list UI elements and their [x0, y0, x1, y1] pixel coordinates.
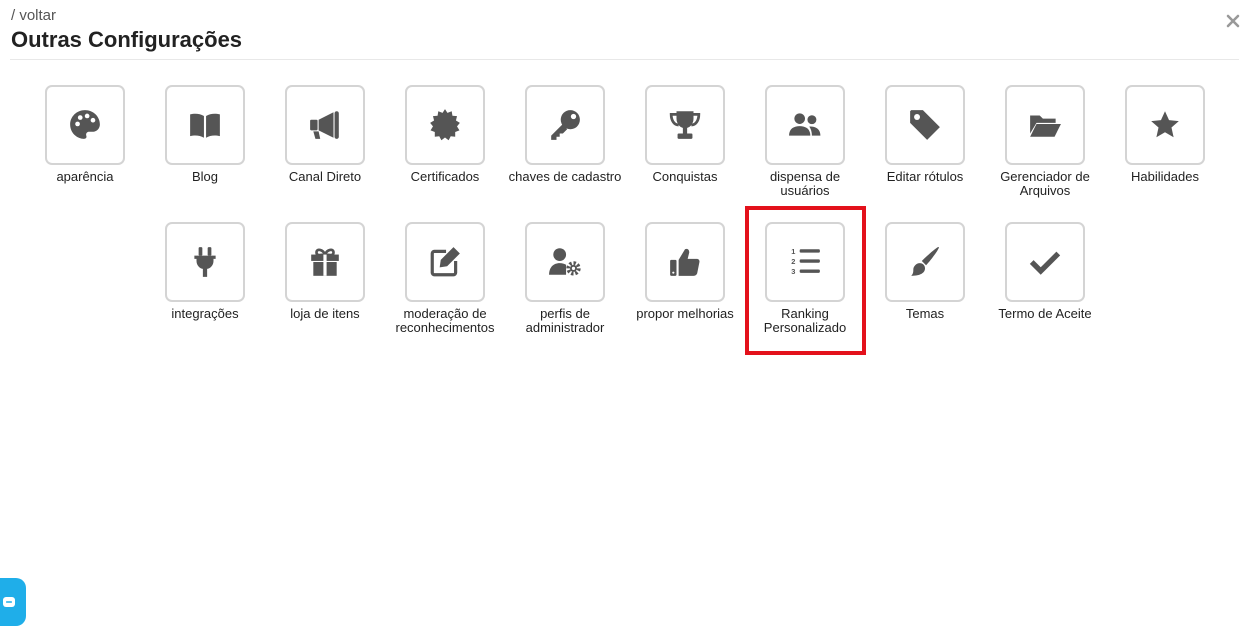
tile-certificados[interactable]: Certificados	[385, 85, 505, 184]
tile-icon-box	[1005, 85, 1085, 165]
tile-loja-de-itens[interactable]: loja de itens	[265, 222, 385, 321]
tile-icon-box	[165, 222, 245, 302]
tile-label: moderação de reconhecimentos	[395, 306, 495, 335]
tile-conquistas[interactable]: Conquistas	[625, 85, 745, 184]
tile-propor-melhorias[interactable]: propor melhorias	[625, 222, 745, 321]
tile-label: Canal Direto	[288, 169, 362, 184]
tile-label: Temas	[905, 306, 945, 321]
tile-aparencia[interactable]: aparência	[25, 85, 145, 184]
tag-icon	[910, 110, 940, 140]
tile-integracoes[interactable]: integrações	[145, 222, 265, 321]
back-link[interactable]: / voltar	[11, 7, 56, 24]
tile-icon-box	[525, 85, 605, 165]
tile-editar-rotulos[interactable]: Editar rótulos	[865, 85, 985, 184]
header-divider	[10, 59, 1239, 60]
tile-icon-box	[165, 85, 245, 165]
tile-label: chaves de cadastro	[508, 169, 622, 184]
tile-icon-box	[765, 85, 845, 165]
tile-label: dispensa de usuários	[769, 169, 841, 198]
tile-icon-box	[645, 222, 725, 302]
close-icon	[1226, 14, 1240, 28]
certificate-icon	[430, 109, 460, 141]
tile-label: perfis de administrador	[525, 306, 605, 335]
tile-moderacao-de-reconhecimentos[interactable]: moderação de reconhecimentos	[385, 222, 505, 335]
tile-icon-box	[645, 85, 725, 165]
tile-blog[interactable]: Blog	[145, 85, 265, 184]
palette-icon	[70, 110, 100, 139]
tile-icon-box	[1125, 85, 1205, 165]
tile-icon-box	[405, 85, 485, 165]
tile-icon-box	[405, 222, 485, 302]
check-icon	[1029, 251, 1061, 275]
tile-icon-box	[885, 85, 965, 165]
tile-temas[interactable]: Temas	[865, 222, 985, 321]
plug-icon	[194, 247, 216, 277]
highlight-box	[745, 206, 866, 355]
folder-open-icon	[1030, 115, 1061, 137]
tile-habilidades[interactable]: Habilidades	[1105, 85, 1225, 184]
tile-label: Blog	[191, 169, 219, 184]
book-icon	[190, 113, 220, 138]
trophy-icon	[669, 111, 701, 139]
tile-label: Editar rótulos	[886, 169, 964, 184]
tile-icon-box	[285, 85, 365, 165]
tile-label: Habilidades	[1131, 169, 1199, 184]
users-icon	[789, 113, 821, 136]
paint-brush-icon	[911, 247, 939, 276]
key-icon	[551, 110, 580, 140]
tile-canal-direto[interactable]: Canal Direto	[265, 85, 385, 184]
tile-icon-box	[285, 222, 365, 302]
tile-termo-de-aceite[interactable]: Termo de Aceite	[985, 222, 1105, 321]
chat-widget-button[interactable]	[0, 578, 26, 626]
chat-icon	[3, 597, 15, 607]
tile-icon-box	[885, 222, 965, 302]
megaphone-icon	[310, 111, 339, 139]
tile-icon-box	[45, 85, 125, 165]
tile-chaves-de-cadastro[interactable]: chaves de cadastro	[505, 85, 625, 184]
star-icon	[1151, 111, 1179, 138]
tile-icon-box	[525, 222, 605, 302]
tile-dispensa-de-usuarios[interactable]: dispensa de usuários	[745, 85, 865, 198]
tile-label: aparência	[56, 169, 114, 184]
tile-icon-box	[1005, 222, 1085, 302]
tile-label: Conquistas	[652, 169, 718, 184]
tile-label: integrações	[171, 306, 239, 321]
gift-icon	[311, 248, 339, 276]
tile-label: Gerenciador de Arquivos	[1000, 169, 1090, 198]
tile-perfis-de-administrador[interactable]: perfis de administrador	[505, 222, 625, 335]
tile-gerenciador-de-arquivos[interactable]: Gerenciador de Arquivos	[985, 85, 1105, 198]
tile-label: Termo de Aceite	[998, 306, 1092, 321]
tile-label: Certificados	[410, 169, 480, 184]
tile-label: loja de itens	[290, 306, 360, 321]
edit-icon	[430, 247, 460, 277]
tile-label: propor melhorias	[636, 306, 734, 321]
page-title: Outras Configurações	[11, 27, 243, 52]
user-cog-icon	[549, 248, 581, 276]
thumbs-up-icon	[670, 248, 700, 276]
close-button[interactable]	[1225, 13, 1241, 29]
